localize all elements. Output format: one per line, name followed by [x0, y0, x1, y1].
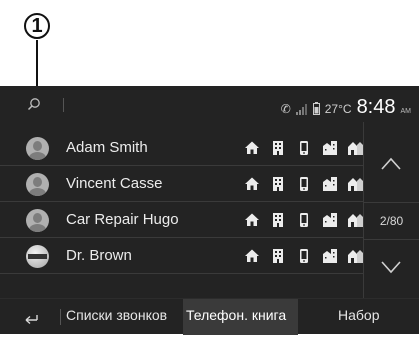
contact-row[interactable]: Vincent Casse — [0, 166, 363, 202]
office-phone-icon — [273, 249, 283, 263]
other-building-icon — [348, 178, 363, 191]
contact-row[interactable]: Car Repair Hugo — [0, 202, 363, 238]
clock-time: 8:48 — [356, 96, 396, 118]
tab-phonebook[interactable]: Телефон. книга — [186, 307, 286, 323]
chevron-down-icon — [381, 261, 401, 274]
home-phone-icon — [245, 177, 259, 190]
callout-line — [36, 40, 38, 92]
home-phone-icon — [245, 249, 259, 262]
scroll-down-button[interactable] — [364, 240, 419, 298]
person-avatar-icon — [26, 173, 49, 196]
contact-name: Vincent Casse — [66, 175, 163, 192]
tab-dial[interactable]: Набор — [338, 307, 380, 323]
person-avatar-icon — [26, 137, 49, 160]
office-phone-icon — [273, 213, 283, 227]
office-phone-icon — [273, 177, 283, 191]
page-indicator: 2/80 — [364, 202, 419, 240]
home-phone-icon — [245, 213, 259, 226]
top-bar-divider — [63, 98, 64, 112]
work-building-icon — [323, 141, 337, 155]
scroll-up-button[interactable] — [364, 122, 419, 202]
work-building-icon — [323, 177, 337, 191]
person-avatar-icon — [26, 209, 49, 232]
status-area: ✆ 27°C 8:48 AM — [281, 92, 411, 118]
battery-icon — [312, 102, 320, 115]
contact-list: Adam Smith Vincent Casse Car Repair Hugo… — [0, 122, 363, 298]
other-building-icon — [348, 142, 363, 155]
other-building-icon — [348, 214, 363, 227]
work-building-icon — [323, 249, 337, 263]
callout-marker: 1 — [24, 13, 50, 39]
contact-name: Car Repair Hugo — [66, 211, 179, 228]
mobile-phone-icon — [300, 141, 308, 155]
chevron-up-icon — [381, 157, 401, 170]
contact-name: Dr. Brown — [66, 247, 132, 264]
clock-ampm: AM — [400, 108, 412, 115]
temperature-readout: 27°C — [324, 102, 352, 116]
work-building-icon — [323, 213, 337, 227]
tab-call-lists[interactable]: Списки звонков — [66, 307, 167, 323]
tab-divider — [60, 309, 61, 325]
top-bar: ✆ 27°C 8:48 AM — [0, 86, 419, 122]
mobile-phone-icon — [300, 177, 308, 191]
back-arrow-icon — [25, 315, 38, 325]
other-building-icon — [348, 250, 363, 263]
home-phone-icon — [245, 141, 259, 154]
office-phone-icon — [273, 141, 283, 155]
contact-row[interactable]: Dr. Brown — [0, 238, 363, 274]
back-button[interactable] — [0, 299, 60, 335]
bottom-tab-bar: Списки звонков Телефон. книга Набор — [0, 298, 419, 335]
scroll-sidebar: 2/80 — [363, 122, 419, 298]
mobile-phone-icon — [300, 249, 308, 263]
callout-number: 1 — [31, 14, 43, 37]
contact-row[interactable]: Adam Smith — [0, 130, 363, 166]
phone-connected-icon: ✆ — [280, 102, 291, 116]
signal-strength-icon — [295, 104, 307, 115]
phonebook-screen: ✆ 27°C 8:48 AM Adam Smith Vincent Casse … — [0, 86, 419, 335]
mobile-phone-icon — [300, 213, 308, 227]
nissan-logo-icon — [26, 245, 49, 268]
contact-name: Adam Smith — [66, 139, 148, 156]
search-icon[interactable] — [27, 97, 41, 111]
